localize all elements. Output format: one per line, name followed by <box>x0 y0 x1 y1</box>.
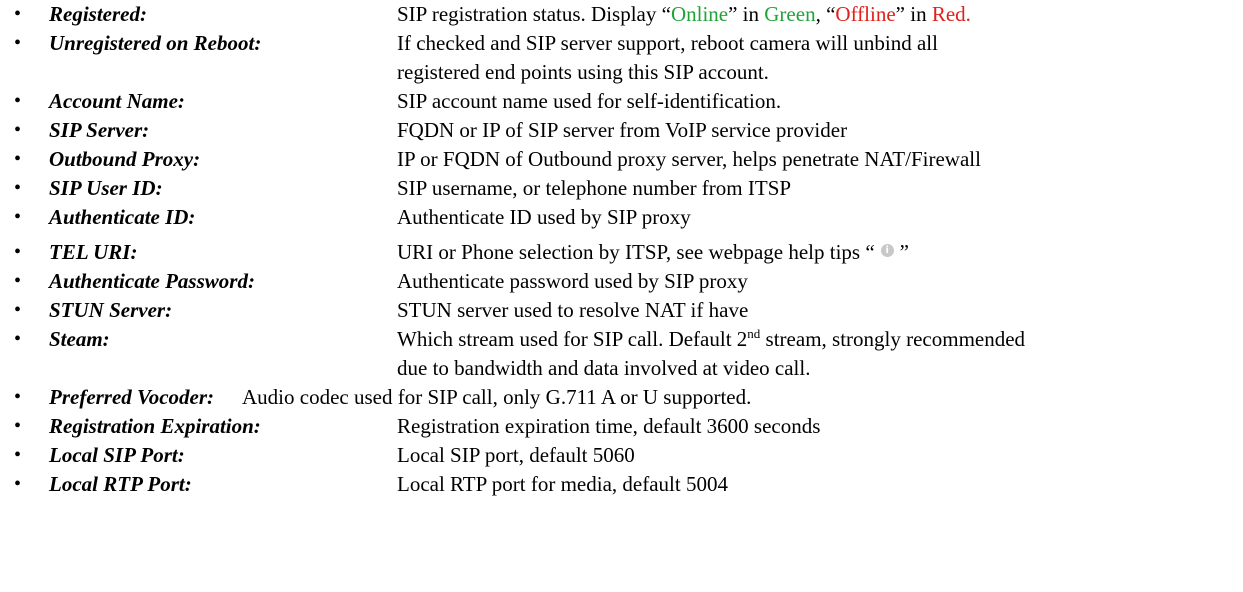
list-item-tel-uri: • TEL URI: URI or Phone selection by ITS… <box>0 238 1243 267</box>
desc-authenticate-password: Authenticate password used by SIP proxy <box>397 269 748 293</box>
info-icon: i <box>880 244 894 257</box>
term-sip-user-id: SIP User ID: <box>49 176 163 200</box>
online-status-text: Online <box>670 2 729 26</box>
term-local-sip-port: Local SIP Port: <box>49 443 185 467</box>
ordinal-suffix: nd <box>747 326 761 341</box>
desc-stun-server: STUN server used to resolve NAT if have <box>397 298 749 322</box>
desc-account-name: SIP account name used for self-identific… <box>397 89 782 113</box>
bullet: • <box>14 473 22 495</box>
desc-text: SIP registration status. Display “ <box>397 2 671 26</box>
term-stun-server: STUN Server: <box>49 298 173 322</box>
list-item-preferred-vocoder: • Preferred Vocoder: Audio codec used fo… <box>0 383 1243 412</box>
list-item-local-sip-port: • Local SIP Port: Local SIP port, defaul… <box>0 441 1243 470</box>
bullet: • <box>14 148 22 170</box>
term-account-name: Account Name: <box>49 89 185 113</box>
term-tel-uri: TEL URI: <box>49 240 138 264</box>
definition-list: • Registered: SIP registration status. D… <box>0 0 1243 499</box>
list-item-sip-user-id: • SIP User ID: SIP username, or telephon… <box>0 174 1243 203</box>
bullet: • <box>14 415 22 437</box>
list-item-authenticate-password: • Authenticate Password: Authenticate pa… <box>0 267 1243 296</box>
list-item-authenticate-id: • Authenticate ID: Authenticate ID used … <box>0 203 1243 232</box>
desc-line-1: Which stream used for SIP call. Default … <box>397 325 1025 354</box>
bullet: • <box>14 241 22 263</box>
bullet: • <box>14 177 22 199</box>
term-outbound-proxy: Outbound Proxy: <box>49 147 201 171</box>
desc-text: stream, strongly recommended <box>760 327 1026 351</box>
list-item-steam: • Steam: Which stream used for SIP call.… <box>0 325 1243 383</box>
list-item-stun-server: • STUN Server: STUN server used to resol… <box>0 296 1243 325</box>
term-unregistered-on-reboot: Unregistered on Reboot: <box>49 31 262 55</box>
desc-sip-server: FQDN or IP of SIP server from VoIP servi… <box>397 118 848 142</box>
desc-registered: SIP registration status. Display “Online… <box>397 0 971 29</box>
desc-line-2: registered end points using this SIP acc… <box>397 60 769 84</box>
desc-line-1: If checked and SIP server support, reboo… <box>397 31 938 55</box>
list-item-sip-server: • SIP Server: FQDN or IP of SIP server f… <box>0 116 1243 145</box>
term-registration-expiration: Registration Expiration: <box>49 414 261 438</box>
desc-text: , “ <box>815 2 836 26</box>
bullet: • <box>14 386 22 408</box>
list-item-local-rtp-port: • Local RTP Port: Local RTP port for med… <box>0 470 1243 499</box>
bullet: • <box>14 299 22 321</box>
desc-unregistered-on-reboot: If checked and SIP server support, reboo… <box>397 29 938 87</box>
desc-preferred-vocoder: Audio codec used for SIP call, only G.71… <box>242 385 752 409</box>
desc-text: ” in <box>895 2 932 26</box>
bullet: • <box>14 328 22 350</box>
term-sip-server: SIP Server: <box>49 118 150 142</box>
desc-text: URI or Phone selection by ITSP, see webp… <box>397 240 875 264</box>
bullet: • <box>14 206 22 228</box>
desc-text: ” <box>899 240 909 264</box>
term-steam: Steam: <box>49 327 110 351</box>
bullet: • <box>14 3 22 25</box>
bullet: • <box>14 32 22 54</box>
term-registered: Registered: <box>49 2 147 26</box>
list-item-outbound-proxy: • Outbound Proxy: IP or FQDN of Outbound… <box>0 145 1243 174</box>
desc-text: Which stream used for SIP call. Default … <box>397 327 748 351</box>
bullet: • <box>14 119 22 141</box>
list-item-unregistered-on-reboot: • Unregistered on Reboot: If checked and… <box>0 29 1243 87</box>
desc-authenticate-id: Authenticate ID used by SIP proxy <box>397 205 691 229</box>
term-authenticate-id: Authenticate ID: <box>49 205 196 229</box>
bullet: • <box>14 444 22 466</box>
desc-registration-expiration: Registration expiration time, default 36… <box>397 414 821 438</box>
desc-tel-uri: URI or Phone selection by ITSP, see webp… <box>397 238 909 267</box>
term-local-rtp-port: Local RTP Port: <box>49 472 192 496</box>
red-color-text: Red. <box>931 2 971 26</box>
desc-local-rtp-port: Local RTP port for media, default 5004 <box>397 472 728 496</box>
bullet: • <box>14 90 22 112</box>
term-authenticate-password: Authenticate Password: <box>49 269 255 293</box>
desc-outbound-proxy: IP or FQDN of Outbound proxy server, hel… <box>397 147 981 171</box>
desc-text: ” in <box>728 2 765 26</box>
green-color-text: Green <box>764 2 816 26</box>
desc-sip-user-id: SIP username, or telephone number from I… <box>397 176 792 200</box>
list-item-account-name: • Account Name: SIP account name used fo… <box>0 87 1243 116</box>
list-item-registration-expiration: • Registration Expiration: Registration … <box>0 412 1243 441</box>
offline-status-text: Offline <box>835 2 896 26</box>
desc-line-2: due to bandwidth and data involved at vi… <box>397 356 811 380</box>
term-preferred-vocoder: Preferred Vocoder: <box>49 385 215 409</box>
bullet: • <box>14 270 22 292</box>
list-item-registered: • Registered: SIP registration status. D… <box>0 0 1243 29</box>
desc-steam: Which stream used for SIP call. Default … <box>397 325 1025 383</box>
desc-local-sip-port: Local SIP port, default 5060 <box>397 443 635 467</box>
